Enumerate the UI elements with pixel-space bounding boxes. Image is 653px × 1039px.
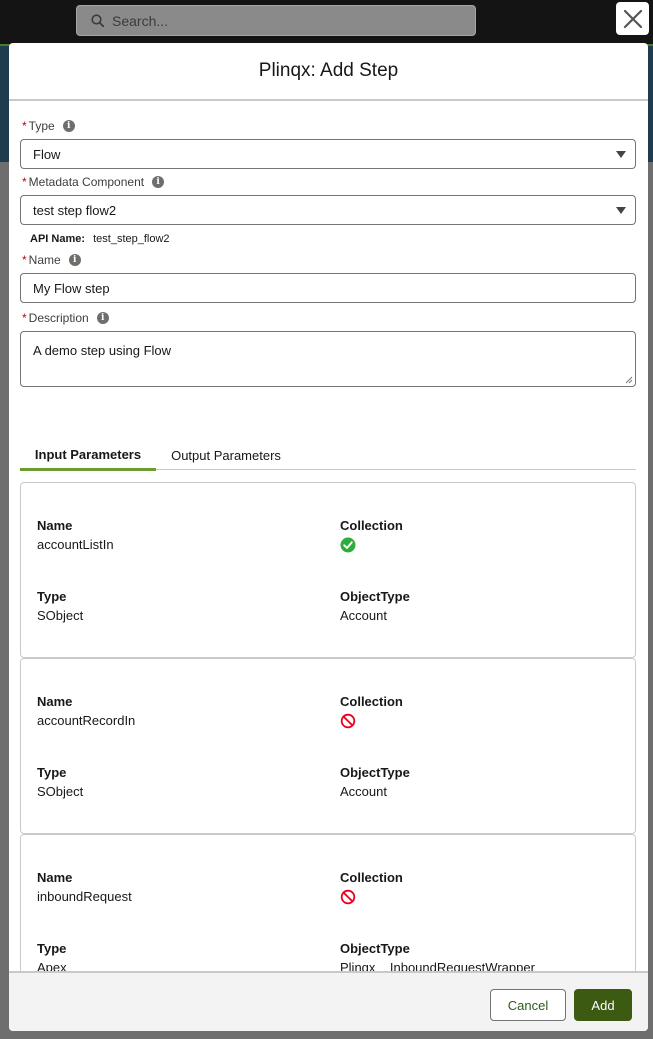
type-value: Flow <box>33 146 61 162</box>
name-label-text: Name <box>28 253 61 267</box>
info-icon[interactable]: i <box>68 254 81 266</box>
param-type-value: SObject <box>37 784 84 799</box>
parameter-card: Name inboundRequest Collection Type Apex… <box>20 834 636 971</box>
param-objecttype-label: ObjectType <box>340 941 410 956</box>
check-circle-icon <box>340 537 356 553</box>
info-icon[interactable]: i <box>62 120 75 132</box>
type-select[interactable]: Flow <box>20 139 636 169</box>
chevron-down-icon <box>616 151 626 158</box>
tab-input-parameters[interactable]: Input Parameters <box>20 440 156 471</box>
param-type-value: SObject <box>37 608 84 623</box>
resize-handle-icon[interactable] <box>625 376 633 384</box>
add-step-modal: Plinqx: Add Step * Type i Flow * Metadat… <box>9 43 648 1031</box>
metadata-component-label-text: Metadata Component <box>28 175 145 189</box>
param-objecttype-label: ObjectType <box>340 589 410 604</box>
description-textarea[interactable]: A demo step using Flow <box>20 331 636 387</box>
modal-header: Plinqx: Add Step <box>9 43 648 101</box>
required-mark: * <box>22 119 27 133</box>
param-name-value: inboundRequest <box>37 889 132 904</box>
info-icon[interactable]: i <box>96 312 109 324</box>
param-objecttype-value: Account <box>340 784 387 799</box>
metadata-component-label: * Metadata Component i <box>22 175 165 189</box>
tab-label: Input Parameters <box>34 446 142 462</box>
param-name-value: accountRecordIn <box>37 713 136 728</box>
chevron-down-icon <box>616 207 626 214</box>
search-placeholder: Search... <box>112 12 169 29</box>
api-name-display: API Name: test_step_flow2 <box>30 233 170 245</box>
info-icon[interactable]: i <box>152 176 165 188</box>
param-type-value: Apex <box>37 960 67 971</box>
param-name-label: Name <box>37 870 73 885</box>
search-icon <box>91 14 104 27</box>
type-label: * Type i <box>22 119 75 133</box>
modal-body: * Type i Flow * Metadata Component i tes… <box>9 101 648 971</box>
param-collection-label: Collection <box>340 694 403 709</box>
name-input[interactable]: My Flow step <box>20 273 636 303</box>
name-value: My Flow step <box>33 280 110 296</box>
param-name-value: accountListIn <box>37 537 114 552</box>
parameter-card: Name accountRecordIn Collection Type SOb… <box>20 658 636 834</box>
param-type-label: Type <box>37 941 67 956</box>
description-value: A demo step using Flow <box>33 343 172 358</box>
close-modal-button[interactable] <box>616 2 649 35</box>
description-label-text: Description <box>28 311 89 325</box>
cancel-button[interactable]: Cancel <box>490 989 566 1021</box>
required-mark: * <box>22 253 27 267</box>
required-mark: * <box>22 175 27 189</box>
modal-footer: Cancel Add <box>9 971 648 1031</box>
api-name-label: API Name: <box>30 233 86 245</box>
ban-icon <box>340 713 356 729</box>
param-objecttype-value: Plinqx__InboundRequestWrapper <box>340 960 535 971</box>
param-name-label: Name <box>37 694 73 709</box>
param-collection-label: Collection <box>340 518 403 533</box>
modal-title: Plinqx: Add Step <box>258 60 399 81</box>
ban-icon <box>340 889 356 905</box>
required-mark: * <box>22 311 27 325</box>
tab-output-parameters[interactable]: Output Parameters <box>156 440 296 470</box>
description-label: * Description i <box>22 311 109 325</box>
metadata-component-value: test step flow2 <box>33 202 117 218</box>
api-name-value: test_step_flow2 <box>93 233 170 245</box>
type-label-text: Type <box>28 119 55 133</box>
parameter-tabs: Input Parameters Output Parameters <box>20 440 636 471</box>
param-objecttype-label: ObjectType <box>340 765 410 780</box>
param-objecttype-value: Account <box>340 608 387 623</box>
param-type-label: Type <box>37 589 67 604</box>
parameter-card: Name accountListIn Collection Type SObje… <box>20 482 636 658</box>
name-label: * Name i <box>22 253 81 267</box>
param-collection-label: Collection <box>340 870 403 885</box>
metadata-component-select[interactable]: test step flow2 <box>20 195 636 225</box>
add-button[interactable]: Add <box>574 989 632 1021</box>
param-name-label: Name <box>37 518 73 533</box>
close-icon <box>623 9 642 28</box>
global-search-input[interactable]: Search... <box>76 5 476 36</box>
tab-label: Output Parameters <box>171 447 281 463</box>
param-type-label: Type <box>37 765 67 780</box>
